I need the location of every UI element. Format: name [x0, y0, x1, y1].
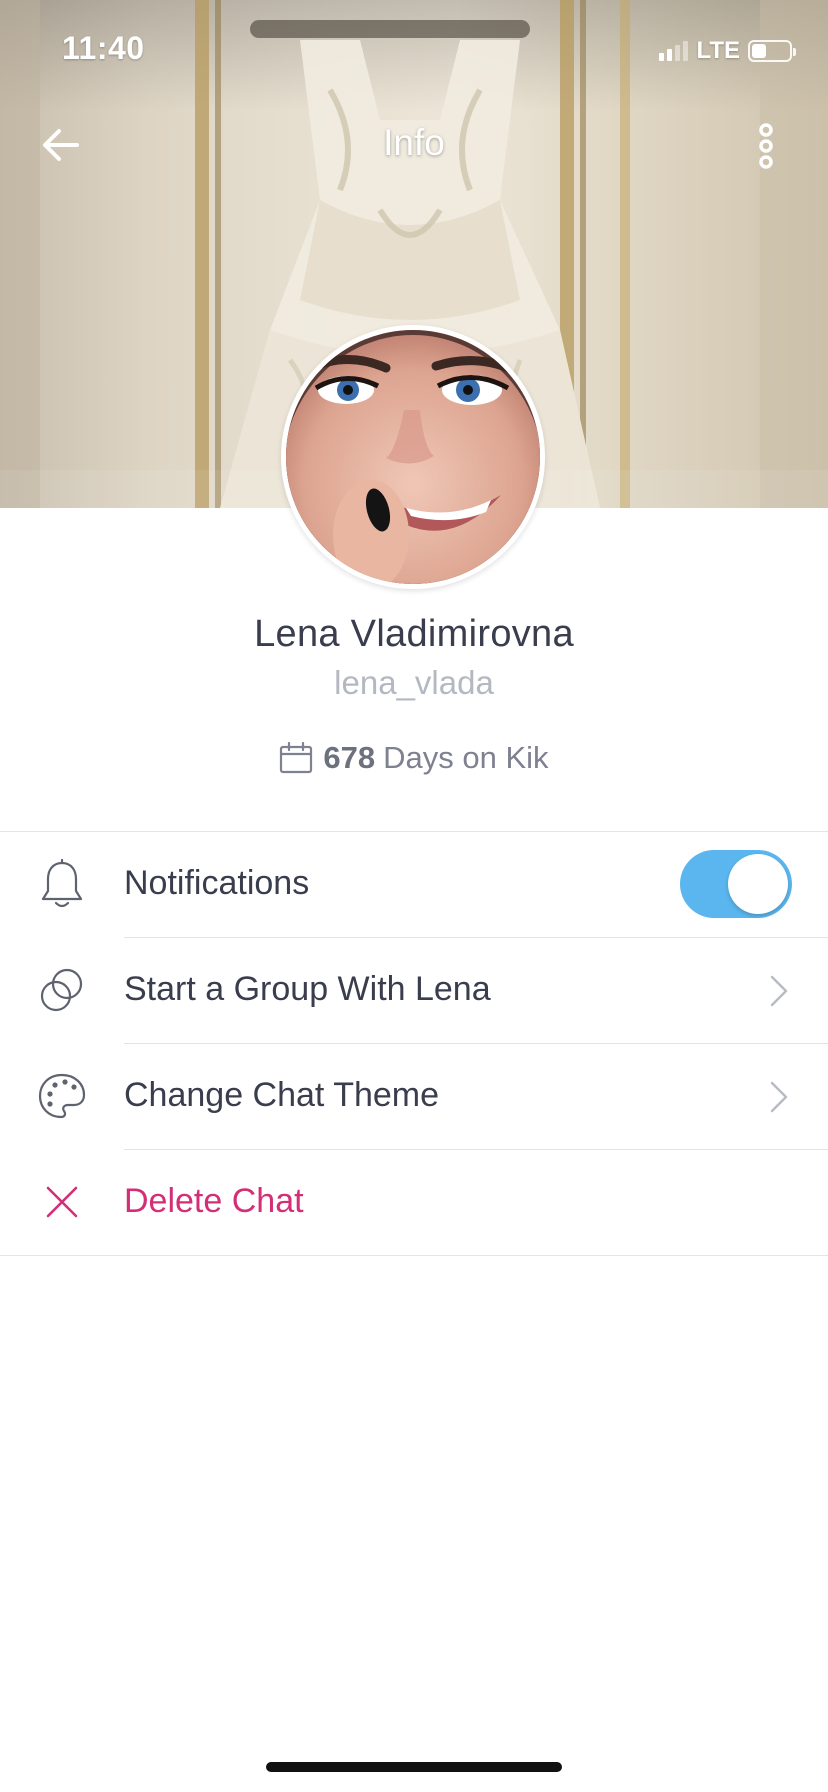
signal-strength-icon	[659, 41, 689, 61]
notifications-toggle[interactable]	[680, 850, 792, 918]
close-icon	[36, 1176, 88, 1228]
menu-item-label: Start a Group With Lena	[124, 970, 491, 1008]
palette-icon	[36, 1070, 88, 1122]
avatar-photo	[286, 330, 540, 584]
chevron-right-icon	[766, 972, 792, 1010]
status-time: 11:40	[62, 30, 145, 66]
page-title: Info	[383, 122, 445, 163]
calendar-icon	[280, 742, 313, 774]
status-bar: 11:40 LTE	[0, 0, 828, 100]
days-count: 678	[323, 740, 376, 775]
network-type: LTE	[696, 37, 740, 64]
profile-username: lena_vlada	[334, 664, 494, 701]
vertical-ellipsis-icon	[759, 123, 773, 169]
info-screen: 11:40 LTE Info Lena Vladimirovna lena_vl…	[0, 0, 828, 1792]
menu-item-start-group[interactable]: Start a Group With Lena	[0, 938, 828, 1044]
status-indicators: LTE	[659, 36, 796, 66]
profile-display-name: Lena Vladimirovna	[254, 613, 574, 655]
chevron-right-icon	[766, 1078, 792, 1116]
days-on-kik: 678 Days on Kik	[0, 740, 828, 776]
menu-item-change-theme[interactable]: Change Chat Theme	[0, 1044, 828, 1150]
menu-item-notifications[interactable]: Notifications	[0, 832, 828, 938]
menu-item-label: Delete Chat	[124, 1182, 304, 1220]
more-options-button[interactable]	[744, 118, 788, 174]
profile-avatar[interactable]	[281, 325, 545, 589]
days-label: Days on Kik	[383, 740, 549, 775]
menu-item-delete-chat[interactable]: Delete Chat	[0, 1150, 828, 1256]
toggle-knob	[728, 854, 788, 914]
bell-icon	[36, 858, 88, 910]
battery-icon	[748, 40, 796, 62]
battery-level	[752, 44, 766, 58]
divider	[0, 1255, 828, 1256]
menu-item-label: Notifications	[124, 864, 310, 902]
menu-item-label: Change Chat Theme	[124, 1076, 440, 1114]
group-circles-icon	[36, 964, 88, 1016]
home-indicator[interactable]	[266, 1762, 562, 1772]
